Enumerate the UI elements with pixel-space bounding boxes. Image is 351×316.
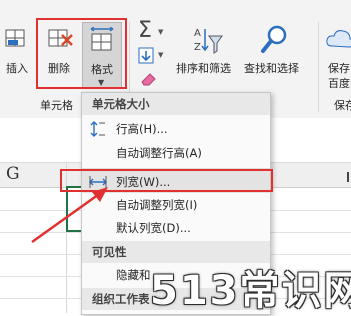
highlight-box-ribbon	[36, 18, 127, 89]
eraser-icon	[141, 73, 156, 86]
menu-item-autofit-row-height[interactable]: 自动调整行高(A)	[82, 142, 270, 164]
fill-down-icon	[138, 47, 154, 64]
find-select-button[interactable]: 查找和选择	[242, 22, 308, 84]
pointer-arrow	[31, 187, 108, 244]
menu-item-label: 隐藏和	[116, 268, 151, 282]
menu-header-cell-size: 单元格大小	[82, 93, 270, 115]
watermark-text: 513常识网	[150, 268, 351, 314]
column-resize-marker	[347, 172, 349, 182]
find-select-label: 查找和选择	[244, 62, 299, 75]
magnifier-icon	[261, 25, 287, 53]
cloud-save-icon	[326, 30, 351, 48]
sort-filter-label: 排序和筛选	[176, 62, 231, 75]
menu-item-label: 自动调整列宽(I)	[116, 198, 198, 212]
chevron-down-icon: ▼	[158, 28, 164, 36]
menu-item-label: 默认列宽(D)...	[116, 221, 191, 235]
save-group-label: 保存	[334, 99, 351, 112]
clear-button[interactable]	[138, 70, 166, 88]
svg-text:Z: Z	[194, 42, 201, 53]
chevron-down-icon: ▼	[158, 51, 164, 59]
column-header-g[interactable]: G	[6, 164, 20, 184]
sort-filter-icon: A Z	[194, 28, 223, 54]
insert-label: 插入	[6, 62, 28, 75]
menu-item-row-height[interactable]: 行高(H)...	[82, 118, 270, 140]
row-height-icon	[90, 121, 105, 137]
save-baidu-button[interactable]: 保存 百度网	[322, 22, 351, 88]
group-separator	[318, 22, 319, 112]
save-baidu-label-1: 保存	[328, 62, 350, 75]
cells-group-label: 单元格	[40, 99, 73, 112]
insert-cells-icon	[5, 29, 25, 47]
sigma-icon: Σ	[138, 18, 152, 43]
sort-filter-button[interactable]: A Z 排序和筛选	[172, 22, 240, 84]
insert-button[interactable]: 插入	[0, 22, 36, 82]
save-baidu-label-2: 百度网	[328, 77, 351, 88]
menu-item-label: 行高(H)...	[116, 122, 168, 136]
svg-text:A: A	[194, 28, 201, 39]
menu-item-label: 自动调整行高(A)	[116, 146, 202, 160]
autosum-button[interactable]: Σ ▼	[136, 18, 166, 44]
fill-button[interactable]: ▼	[136, 47, 166, 67]
